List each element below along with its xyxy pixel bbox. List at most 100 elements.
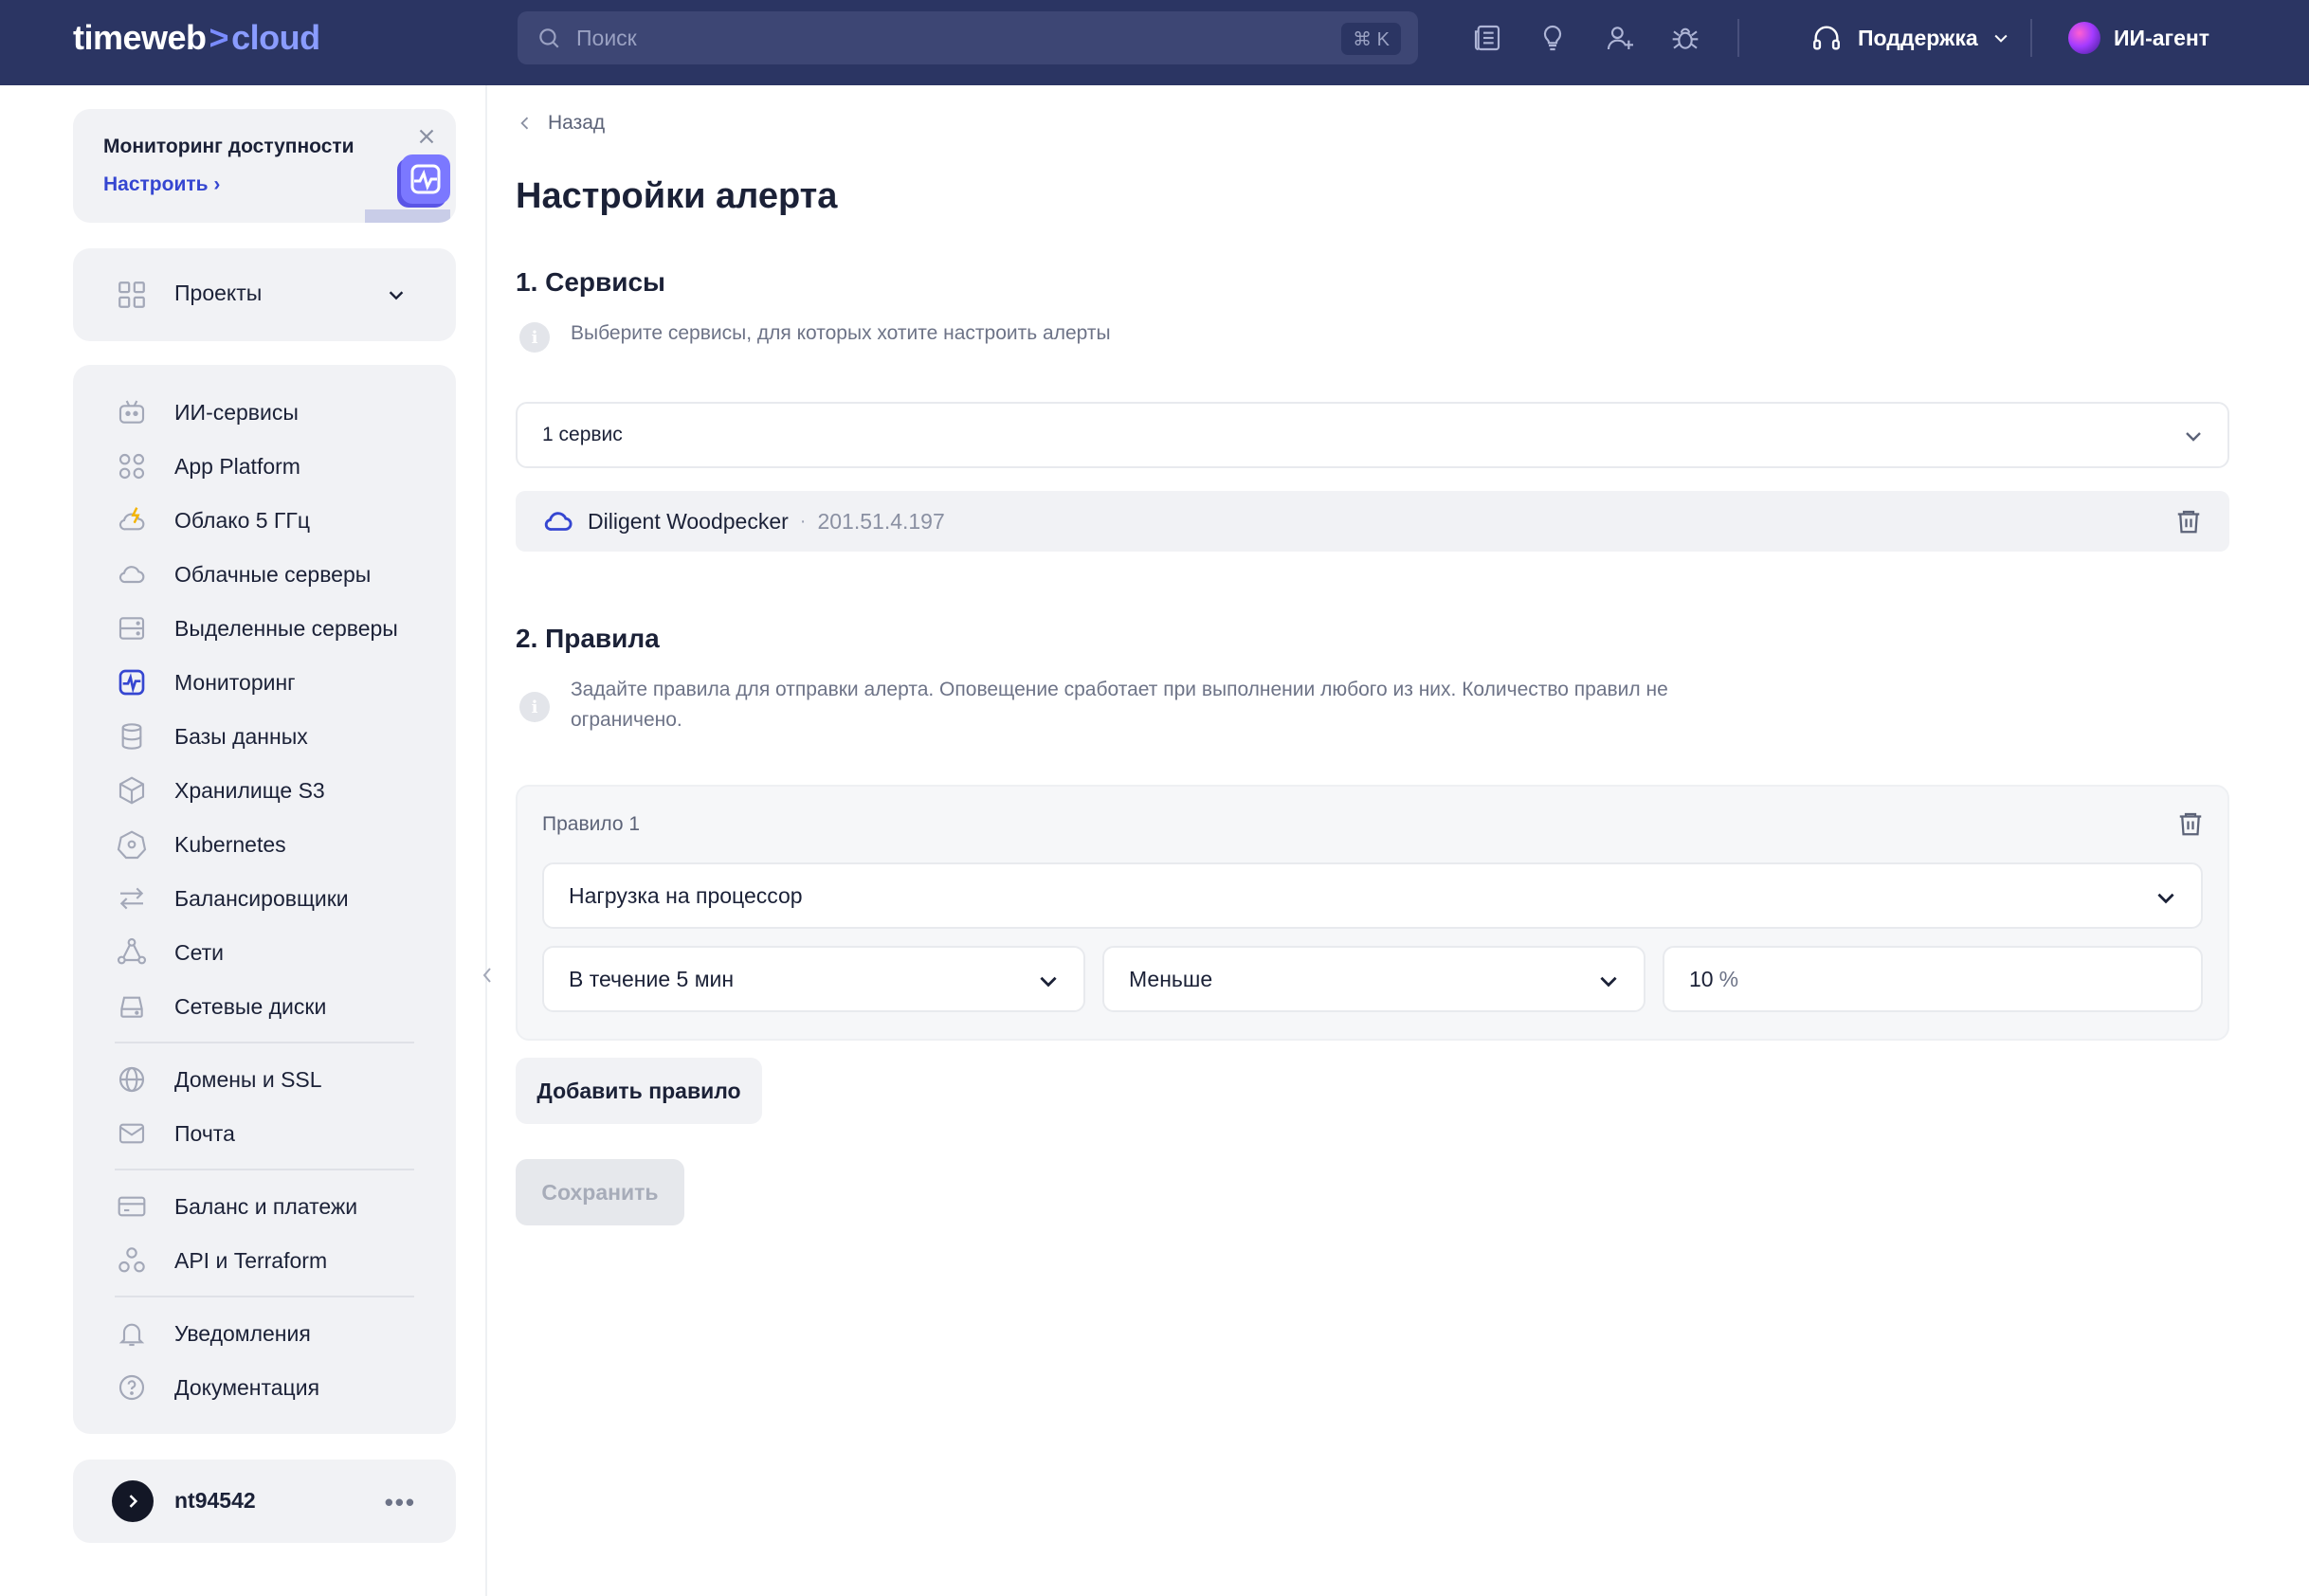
selected-service-row: Diligent Woodpecker · 201.51.4.197	[516, 491, 2229, 552]
sidebar-item-databases[interactable]: Базы данных	[73, 713, 456, 760]
logo[interactable]: timeweb > cloud	[73, 15, 320, 61]
trash-icon[interactable]	[2176, 809, 2205, 838]
sidebar-nav: ИИ-сервисы App Platform Облако 5 ГГц Обл…	[73, 365, 456, 1434]
services-hint-text: Выберите сервисы, для которых хотите нас…	[571, 322, 1111, 344]
sidebar-item-label: ИИ-сервисы	[174, 399, 299, 425]
ai-agent-button[interactable]: ИИ-агент	[2068, 19, 2209, 57]
service-ip: 201.51.4.197	[817, 508, 945, 534]
user-name: nt94542	[174, 1488, 256, 1513]
info-icon: i	[519, 692, 550, 722]
sidebar-border	[485, 85, 487, 1596]
card-icon	[116, 1190, 148, 1223]
sidebar-item-api[interactable]: API и Terraform	[73, 1237, 456, 1284]
rules-hint: i Задайте правила для отправки алерта. О…	[519, 675, 1668, 735]
sidebar-item-app-platform[interactable]: App Platform	[73, 443, 456, 490]
user-card[interactable]: nt94542 •••	[73, 1460, 456, 1543]
projects-selector[interactable]: Проекты	[73, 248, 456, 341]
sidebar-item-dedicated-servers[interactable]: Выделенные серверы	[73, 605, 456, 652]
disk-icon	[116, 990, 148, 1023]
save-button[interactable]: Сохранить	[516, 1159, 684, 1225]
sidebar-item-notifications[interactable]: Уведомления	[73, 1310, 456, 1357]
sidebar-item-cloud-5ghz[interactable]: Облако 5 ГГц	[73, 497, 456, 544]
bug-icon[interactable]	[1668, 21, 1702, 55]
sidebar-item-label: Сети	[174, 939, 225, 965]
sidebar-item-label: Сетевые диски	[174, 993, 327, 1019]
promo-setup-link[interactable]: Настроить ›	[103, 173, 220, 196]
ai-agent-icon	[2068, 22, 2100, 54]
help-icon	[116, 1371, 148, 1404]
sidebar-item-network-disks[interactable]: Сетевые диски	[73, 983, 456, 1030]
sidebar-item-ai-services[interactable]: ИИ-сервисы	[73, 389, 456, 436]
sidebar-item-label: Хранилище S3	[174, 777, 325, 803]
back-label: Назад	[548, 112, 606, 134]
services-heading: 1. Сервисы	[516, 267, 665, 297]
robot-icon	[116, 396, 148, 428]
arrows-swap-icon	[116, 882, 148, 915]
top-bar: timeweb > cloud Поиск ⌘ K Поддержка ИИ-аге…	[0, 0, 2309, 85]
search-input[interactable]: Поиск ⌘ K	[518, 11, 1418, 64]
sidebar-item-networks[interactable]: Сети	[73, 929, 456, 976]
projects-label: Проекты	[174, 281, 263, 305]
chevron-down-icon	[1600, 976, 1617, 988]
sidebar-item-domains[interactable]: Домены и SSL	[73, 1056, 456, 1103]
sidebar-item-monitoring[interactable]: Мониторинг	[73, 659, 456, 706]
support-menu[interactable]: Поддержка	[1810, 19, 2010, 57]
logo-text-cloud: cloud	[231, 18, 320, 57]
bell-icon	[116, 1317, 148, 1350]
cube-icon	[116, 774, 148, 807]
sidebar-item-label: API и Terraform	[174, 1247, 328, 1273]
sidebar-item-cloud-servers[interactable]: Облачные серверы	[73, 551, 456, 598]
threshold-unit: %	[1718, 966, 1739, 991]
trash-icon[interactable]	[2174, 507, 2203, 535]
sidebar-item-label: Балансировщики	[174, 885, 349, 911]
separator-dot: ·	[799, 510, 807, 532]
database-icon	[116, 720, 148, 753]
chevron-down-icon	[389, 291, 404, 300]
network-icon	[116, 936, 148, 969]
service-name: Diligent Woodpecker	[588, 508, 789, 534]
collapse-sidebar-icon[interactable]	[476, 961, 499, 989]
apps-grid-icon	[116, 450, 148, 482]
sidebar-item-kubernetes[interactable]: Kubernetes	[73, 821, 456, 868]
news-icon[interactable]	[1470, 21, 1504, 55]
ai-agent-label: ИИ-агент	[2114, 25, 2210, 50]
condition-value: Меньше	[1129, 966, 1213, 991]
condition-select[interactable]: Меньше	[1102, 946, 1645, 1012]
services-select[interactable]: 1 сервис	[516, 402, 2229, 468]
chevron-down-icon	[2157, 893, 2174, 904]
services-select-value: 1 сервис	[542, 424, 623, 445]
chevron-left-icon	[520, 117, 529, 130]
threshold-input[interactable]: 10 %	[1663, 946, 2203, 1012]
info-icon: i	[519, 322, 550, 353]
period-select[interactable]: В течение 5 мин	[542, 946, 1085, 1012]
sidebar-item-label: Уведомления	[174, 1320, 311, 1346]
cloud-icon	[116, 558, 148, 590]
headset-icon	[1813, 26, 1840, 50]
add-user-icon[interactable]	[1603, 21, 1637, 55]
sidebar-item-billing[interactable]: Баланс и платежи	[73, 1183, 456, 1230]
logo-text: timeweb	[73, 18, 207, 57]
avatar[interactable]	[112, 1480, 154, 1522]
sidebar-item-label: Баланс и платежи	[174, 1193, 358, 1219]
services-hint: i Выберите сервисы, для которых хотите н…	[519, 318, 1111, 353]
metric-value: Нагрузка на процессор	[569, 882, 803, 908]
add-rule-button[interactable]: Добавить правило	[516, 1058, 762, 1124]
lightbulb-icon[interactable]	[1536, 21, 1570, 55]
chevron-down-icon	[1994, 34, 2008, 43]
search-placeholder: Поиск	[576, 25, 637, 50]
chevron-down-icon	[2186, 432, 2201, 442]
back-link[interactable]: Назад	[516, 112, 605, 135]
rule-card: Правило 1 Нагрузка на процессор В течени…	[516, 785, 2229, 1041]
sidebar-item-docs[interactable]: Документация	[73, 1364, 456, 1411]
sidebar-item-s3[interactable]: Хранилище S3	[73, 767, 456, 814]
sidebar-item-balancers[interactable]: Балансировщики	[73, 875, 456, 922]
topbar-divider	[1737, 19, 1739, 57]
logo-arrow-icon: >	[209, 18, 229, 57]
sidebar-item-mail[interactable]: Почта	[73, 1110, 456, 1157]
sidebar-item-label: Облачные серверы	[174, 561, 372, 587]
more-icon[interactable]: •••	[385, 1488, 416, 1517]
mail-icon	[116, 1117, 148, 1150]
sidebar-divider	[115, 1296, 414, 1297]
period-value: В течение 5 мин	[569, 966, 735, 991]
metric-select[interactable]: Нагрузка на процессор	[542, 862, 2203, 929]
